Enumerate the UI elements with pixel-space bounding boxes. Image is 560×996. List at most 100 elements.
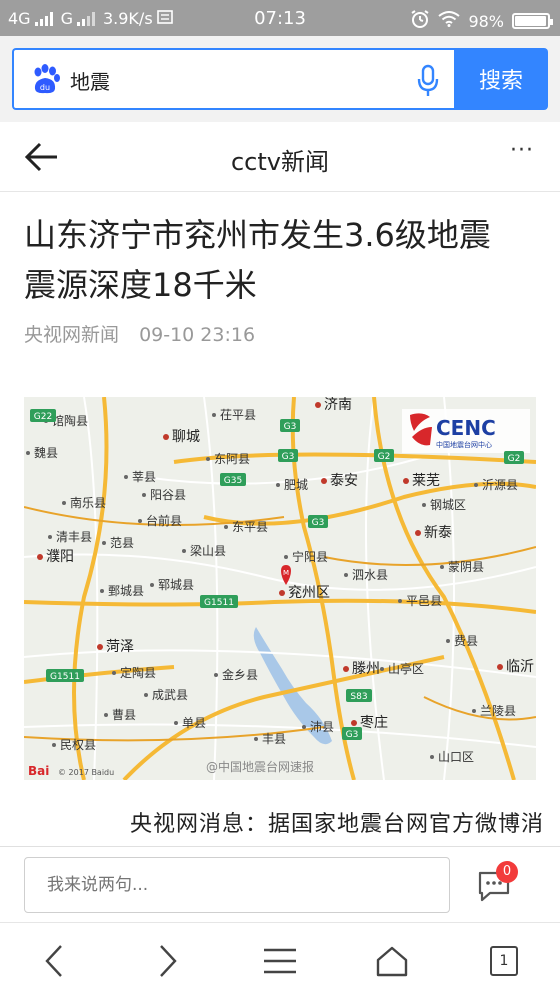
highway-shield: G3 [278, 449, 298, 462]
map-city-label: 莘县 [124, 470, 156, 484]
svg-text:东阿县: 东阿县 [214, 452, 250, 466]
map-city-label: 清丰县 [48, 530, 92, 544]
svg-text:G3: G3 [284, 422, 297, 432]
battery-icon [512, 13, 553, 29]
cenc-logo: CENC 中国地震台网中心 [402, 409, 530, 453]
home-icon [376, 946, 408, 977]
battery-percent: 98% [468, 11, 504, 31]
highway-shield: S83 [346, 689, 372, 702]
svg-text:G2: G2 [508, 454, 521, 464]
article-meta: 央视网新闻 09-10 23:16 [24, 320, 255, 347]
map-city-label: 新泰 [415, 525, 452, 541]
headline-line-1: 山东济宁市兖州市发生3.6级地震 [24, 216, 491, 254]
map-city-label: 济南 [315, 397, 352, 413]
svg-text:东平县: 东平县 [232, 520, 268, 534]
home-button[interactable] [372, 941, 412, 981]
battery-fill [515, 16, 547, 26]
svg-text:台前县: 台前县 [146, 513, 182, 528]
svg-text:馆陶县: 馆陶县 [52, 413, 88, 428]
map-city-label: 成武县 [144, 688, 188, 702]
highway-shield: G3 [342, 727, 362, 740]
microphone-icon[interactable] [416, 64, 440, 98]
menu-button[interactable] [260, 941, 300, 981]
svg-text:肥城: 肥城 [284, 478, 308, 492]
svg-text:菏泽: 菏泽 [106, 639, 134, 655]
map-city-label: 阳谷县 [142, 488, 186, 502]
search-input[interactable] [70, 64, 400, 96]
article-source: 央视网新闻 [24, 324, 120, 346]
svg-text:G3: G3 [346, 730, 359, 740]
map-city-label: 民权县 [52, 738, 96, 752]
map-watermark: @中国地震台网速报 [206, 759, 314, 774]
svg-text:定陶县: 定陶县 [120, 665, 156, 680]
baidu-logo-icon: du [34, 64, 60, 94]
comment-bar: 0 [0, 846, 560, 922]
alarm-icon [410, 9, 430, 33]
headline-line-2: 震源深度18千米 [24, 266, 257, 304]
highway-shield: G2 [374, 449, 394, 462]
map-city-label: 莱芜 [403, 472, 440, 489]
comment-input[interactable] [24, 857, 450, 913]
svg-text:G3: G3 [312, 518, 325, 528]
baidu-map-logo: Bai [28, 764, 49, 778]
tabs-button[interactable]: 1 [484, 941, 524, 981]
article-datetime: 09-10 23:16 [139, 324, 256, 346]
svg-text:G1511: G1511 [50, 672, 80, 682]
svg-text:鄄城县: 鄄城县 [108, 584, 144, 598]
svg-text:泗水县: 泗水县 [352, 568, 388, 582]
search-bar: du 搜索 [0, 36, 560, 122]
more-menu-button[interactable]: ··· [510, 138, 534, 163]
svg-text:范县: 范县 [110, 536, 134, 550]
highway-shield: G22 [30, 409, 56, 422]
map-svg: CENC 中国地震台网中心 M 馆陶县 茌平县 济南聊城东阿县莘县阳谷县 肥城 泰安 莱芜… [24, 397, 536, 780]
highway-shield: G1511 [46, 669, 84, 682]
browser-forward-button[interactable] [148, 941, 188, 981]
map-city-label: 泰安 [321, 473, 358, 489]
menu-icon [264, 948, 296, 974]
page-title: cctv新闻 [230, 148, 329, 176]
article-body: 央视网消息：据国家地震台网官方微博消 [129, 812, 544, 837]
svg-text:阳谷县: 阳谷县 [150, 488, 186, 502]
map-city-label: 钢城区 [422, 498, 466, 512]
earthquake-map[interactable]: CENC 中国地震台网中心 M 馆陶县 茌平县 济南 聊城 东阿县 莘县 阳谷县 肥城 泰安 莱芜… [24, 397, 536, 780]
map-city-label: 山口区 [430, 750, 474, 764]
highway-shield: G2 [504, 451, 524, 464]
svg-text:沂源县: 沂源县 [482, 478, 518, 492]
browser-back-button[interactable] [34, 941, 74, 981]
comment-count-badge: 0 [496, 861, 518, 883]
wifi-icon [438, 11, 461, 31]
svg-text:成武县: 成武县 [152, 688, 188, 702]
map-city-label: 台前县 [138, 513, 182, 528]
map-city-label: 单县 [174, 716, 206, 730]
map-city-label: 范县 [102, 536, 134, 550]
map-city-label: 金乡县 [214, 667, 258, 682]
svg-text:临沂: 临沂 [506, 659, 534, 675]
svg-text:济南: 济南 [324, 397, 352, 413]
svg-text:平邑县: 平邑县 [406, 594, 442, 608]
map-city-label: 魏县 [26, 445, 58, 460]
map-city-label: 曹县 [104, 708, 136, 722]
tab-count: 1 [490, 946, 518, 976]
svg-text:兖州区: 兖州区 [288, 585, 330, 601]
svg-text:新泰: 新泰 [424, 525, 452, 541]
map-city-label: 聊城 [163, 429, 200, 445]
highway-shield: G3 [308, 515, 328, 528]
svg-text:南乐县: 南乐县 [70, 495, 106, 510]
svg-text:宁阳县: 宁阳县 [292, 549, 328, 564]
map-city-label: 宁阳县 [284, 549, 328, 564]
svg-text:山口区: 山口区 [438, 750, 474, 764]
svg-text:莘县: 莘县 [132, 470, 156, 484]
svg-text:泰安: 泰安 [330, 473, 358, 489]
search-box: du [12, 48, 454, 110]
svg-text:钢城区: 钢城区 [430, 498, 466, 512]
svg-text:单县: 单县 [182, 716, 206, 730]
map-city-label: 泗水县 [344, 568, 388, 582]
map-city-label: 郓城县 [150, 578, 194, 592]
map-city-label: 梁山县 [182, 543, 226, 558]
svg-text:濮阳: 濮阳 [46, 549, 74, 565]
bottom-navigation: 1 [0, 922, 560, 996]
search-button[interactable]: 搜索 [454, 48, 548, 110]
status-right: 98% [410, 9, 553, 33]
svg-text:G35: G35 [224, 476, 242, 486]
map-city-label: 濮阳 [37, 549, 74, 565]
